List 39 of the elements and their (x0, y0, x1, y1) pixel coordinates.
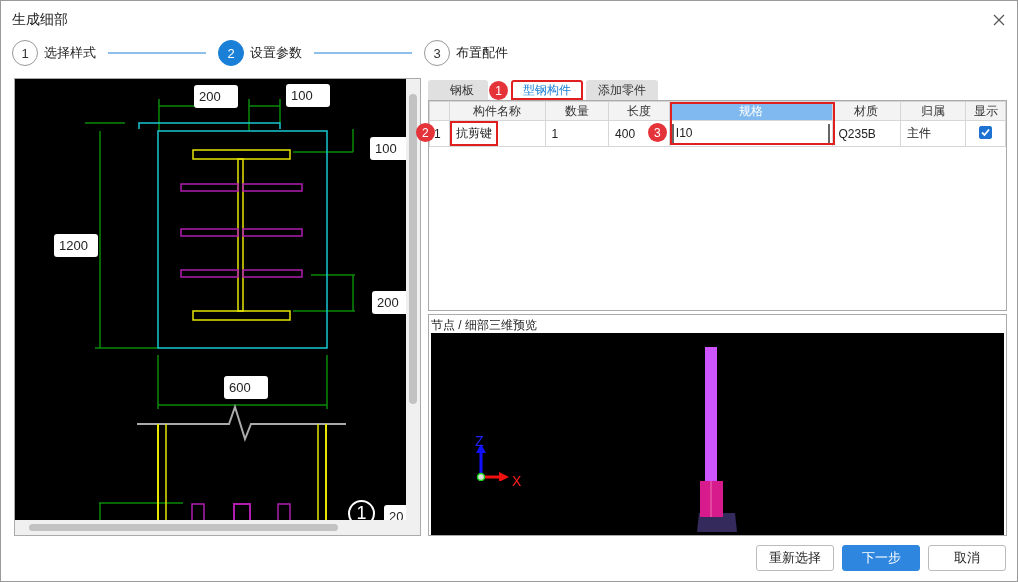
scrollbar-thumb[interactable] (409, 94, 417, 404)
dialog-button[interactable]: 下一步 (842, 545, 920, 571)
preview-title: 节点 / 细部三维预览 (431, 317, 538, 333)
window-title: 生成细部 (12, 11, 68, 29)
callout-badge: 3 (647, 123, 667, 142)
step-label: 选择样式 (44, 44, 96, 62)
tab[interactable]: 型钢构件 (511, 80, 583, 100)
table-cell-text: 400 (614, 125, 637, 143)
tab[interactable]: 钢板 (428, 80, 488, 100)
column-header: 归属 (900, 101, 966, 121)
axis-label: Z (475, 433, 484, 449)
column-header: 数量 (545, 101, 609, 121)
dialog-button[interactable]: 取消 (928, 545, 1006, 571)
step-label: 设置参数 (250, 44, 302, 62)
column-header: 材质 (832, 101, 901, 121)
table-cell-text: Q235B (837, 125, 877, 143)
dimension-label: 1200 (54, 234, 98, 257)
show-checkbox[interactable] (979, 126, 993, 139)
step-number: 1 (12, 40, 38, 66)
column-header: 显示 (965, 101, 1006, 121)
dialog-button[interactable]: 重新选择 (756, 545, 834, 571)
table-cell: 抗剪键 (449, 121, 498, 146)
close-icon[interactable] (993, 14, 1005, 26)
column-header: 长度 (608, 101, 670, 121)
step-number: 3 (424, 40, 450, 66)
step-label: 布置配件 (456, 44, 508, 62)
table-cell-text: 主件 (906, 125, 933, 142)
tab[interactable]: 添加零件 (586, 80, 658, 100)
column-header: 构件名称 (449, 101, 545, 121)
axis-label: X (512, 473, 522, 489)
table-cell-text: 1 (550, 125, 560, 143)
dimension-label: 200 (372, 291, 406, 314)
dimension-label: 100 (286, 84, 330, 107)
callout-badge: 1 (489, 81, 508, 100)
dimension-label: 600 (224, 376, 268, 399)
scrollbar-thumb[interactable] (29, 524, 338, 531)
dimension-label: 200 (194, 85, 238, 108)
step-number: 2 (218, 40, 244, 66)
dimension-label: 100 (370, 137, 406, 160)
